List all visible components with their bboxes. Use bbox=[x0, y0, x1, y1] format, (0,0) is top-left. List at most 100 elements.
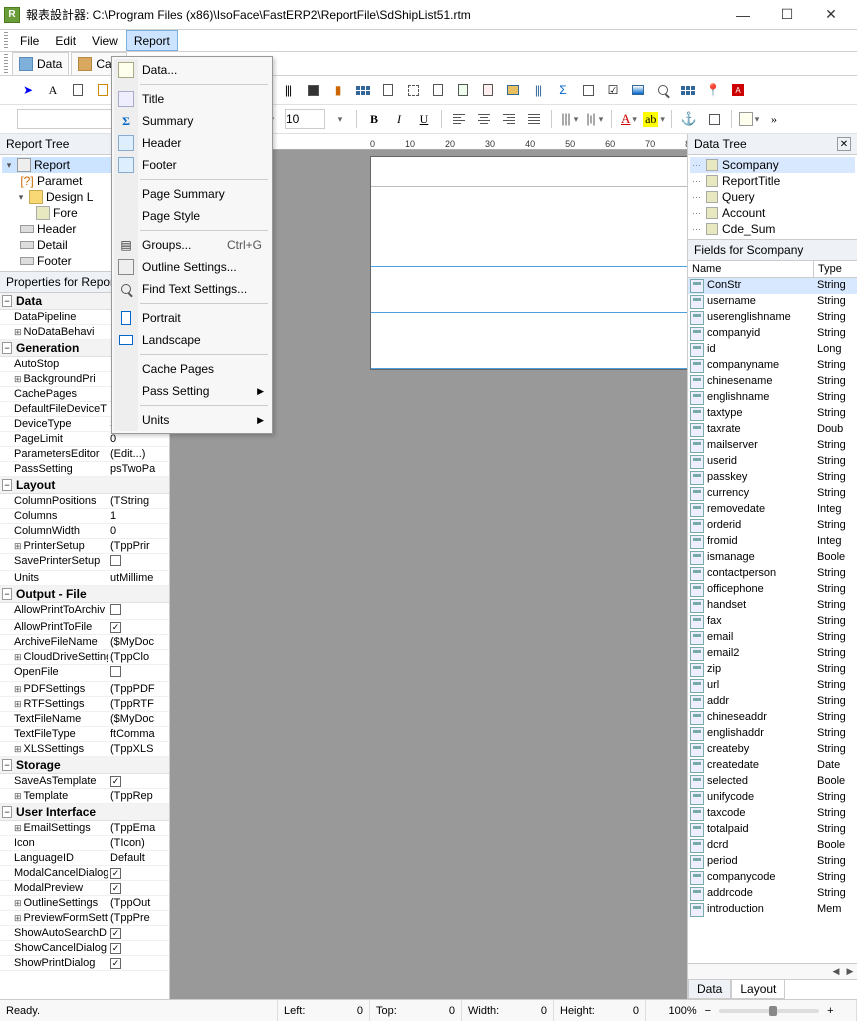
gradient-tool[interactable] bbox=[627, 79, 649, 101]
footer-band-area[interactable] bbox=[371, 313, 687, 369]
close-window-button[interactable]: ✕ bbox=[809, 1, 853, 29]
data-tree-close-button[interactable]: ✕ bbox=[837, 137, 851, 151]
zoom-thumb[interactable] bbox=[769, 1006, 777, 1016]
menu-file[interactable]: File bbox=[12, 30, 47, 51]
field-row[interactable]: mailserverString bbox=[688, 438, 857, 454]
border-button[interactable] bbox=[703, 108, 725, 130]
prop-group[interactable]: −Layout bbox=[0, 477, 169, 494]
prop-row[interactable]: OutlineSettings(TppOut bbox=[0, 896, 169, 911]
menu-edit[interactable]: Edit bbox=[47, 30, 84, 51]
scroll-left-icon[interactable]: ◀ bbox=[829, 966, 843, 977]
menu-item-summary[interactable]: ΣSummary bbox=[114, 110, 270, 132]
prop-row[interactable]: ColumnWidth0 bbox=[0, 524, 169, 539]
align-center-button[interactable] bbox=[473, 108, 495, 130]
field-row[interactable]: userenglishnameString bbox=[688, 310, 857, 326]
prop-value[interactable]: (TppEma bbox=[108, 821, 169, 835]
field-row[interactable]: usernameString bbox=[688, 294, 857, 310]
group-toggle[interactable]: − bbox=[2, 479, 12, 491]
tab-data[interactable]: Data bbox=[12, 52, 69, 75]
prop-row[interactable]: PassSettingpsTwoPa bbox=[0, 462, 169, 477]
group-toggle[interactable]: − bbox=[2, 295, 12, 307]
memo-tool[interactable] bbox=[67, 79, 89, 101]
prop-row[interactable]: TextFileName($MyDoc bbox=[0, 712, 169, 727]
prop-value[interactable]: (TppRTF bbox=[108, 697, 169, 711]
menu-item-data[interactable]: Data... bbox=[114, 59, 270, 81]
field-row[interactable]: introductionMem bbox=[688, 902, 857, 918]
minimize-button[interactable]: — bbox=[721, 1, 765, 29]
prop-value[interactable]: ✓ bbox=[108, 774, 169, 788]
group-toggle[interactable]: − bbox=[2, 588, 12, 600]
fields-hscroll[interactable]: ◀▶ bbox=[688, 963, 857, 979]
table-tool[interactable] bbox=[677, 79, 699, 101]
field-row[interactable]: currencyString bbox=[688, 486, 857, 502]
checkbox[interactable] bbox=[110, 666, 121, 677]
field-row[interactable]: companycodeString bbox=[688, 870, 857, 886]
field-row[interactable]: urlString bbox=[688, 678, 857, 694]
prop-row[interactable]: UnitsutMillime bbox=[0, 571, 169, 586]
prop-row[interactable]: OpenFile bbox=[0, 665, 169, 682]
font-size-dropdown[interactable] bbox=[328, 108, 350, 130]
font-color-button[interactable]: A bbox=[618, 108, 640, 130]
prop-value[interactable]: ($MyDoc bbox=[108, 712, 169, 726]
prop-row[interactable]: ModalCancelDialog✓ bbox=[0, 866, 169, 881]
font-size-input[interactable] bbox=[285, 109, 325, 129]
valign-top-button[interactable] bbox=[558, 108, 580, 130]
valign-middle-button[interactable] bbox=[583, 108, 605, 130]
group-toggle[interactable]: − bbox=[2, 806, 12, 818]
menu-item-landscape[interactable]: Landscape bbox=[114, 329, 270, 351]
prop-row[interactable]: AllowPrintToFile✓ bbox=[0, 620, 169, 635]
field-row[interactable]: totalpaidString bbox=[688, 822, 857, 838]
menu-item-footer[interactable]: Footer bbox=[114, 154, 270, 176]
prop-value[interactable]: ($MyDoc bbox=[108, 635, 169, 649]
checkbox-tool[interactable]: ☑ bbox=[602, 79, 624, 101]
prop-row[interactable]: SaveAsTemplate✓ bbox=[0, 774, 169, 789]
italic-button[interactable]: I bbox=[388, 108, 410, 130]
menu-item-title[interactable]: Title bbox=[114, 88, 270, 110]
prop-value[interactable]: (TppRep bbox=[108, 789, 169, 803]
search-tool[interactable] bbox=[652, 79, 674, 101]
tab-data-view[interactable]: Data bbox=[688, 980, 731, 999]
prop-row[interactable]: ArchiveFileName($MyDoc bbox=[0, 635, 169, 650]
prop-row[interactable]: PDFSettings(TppPDF bbox=[0, 682, 169, 697]
maximize-button[interactable]: ☐ bbox=[765, 1, 809, 29]
prop-value[interactable]: ✓ bbox=[108, 881, 169, 895]
checkbox[interactable]: ✓ bbox=[110, 958, 121, 969]
prop-value[interactable]: utMillime bbox=[108, 571, 169, 585]
group-toggle[interactable]: − bbox=[2, 759, 12, 771]
field-row[interactable]: faxString bbox=[688, 614, 857, 630]
dbcalc-tool[interactable]: Σ bbox=[552, 79, 574, 101]
align-justify-button[interactable] bbox=[523, 108, 545, 130]
menu-item-groups[interactable]: ▤Groups...Ctrl+G bbox=[114, 234, 270, 256]
title-band-area[interactable] bbox=[371, 157, 687, 187]
field-row[interactable]: addrcodeString bbox=[688, 886, 857, 902]
checkbox[interactable]: ✓ bbox=[110, 868, 121, 879]
menu-item-units[interactable]: Units▶ bbox=[114, 409, 270, 431]
detail-band-area[interactable] bbox=[371, 267, 687, 313]
prop-value[interactable]: 1 bbox=[108, 509, 169, 523]
prop-value[interactable]: ✓ bbox=[108, 956, 169, 970]
field-row[interactable]: contactpersonString bbox=[688, 566, 857, 582]
chart-tool[interactable]: ▮ bbox=[327, 79, 349, 101]
prop-value[interactable]: (TppPDF bbox=[108, 682, 169, 696]
field-row[interactable]: unifycodeString bbox=[688, 790, 857, 806]
field-row[interactable]: selectedBoole bbox=[688, 774, 857, 790]
prop-value[interactable]: (TppOut bbox=[108, 896, 169, 910]
field-row[interactable]: removedateInteg bbox=[688, 502, 857, 518]
field-row[interactable]: addrString bbox=[688, 694, 857, 710]
align-left-button[interactable] bbox=[448, 108, 470, 130]
crosstab-tool[interactable] bbox=[352, 79, 374, 101]
prop-value[interactable]: ftComma bbox=[108, 727, 169, 741]
field-row[interactable]: zipString bbox=[688, 662, 857, 678]
field-row[interactable]: passkeyString bbox=[688, 470, 857, 486]
col-name-header[interactable]: Name bbox=[688, 261, 814, 277]
dbtext-tool[interactable] bbox=[452, 79, 474, 101]
prop-row[interactable]: Icon(TIcon) bbox=[0, 836, 169, 851]
zoom-slider[interactable] bbox=[719, 1009, 819, 1013]
prop-row[interactable]: AllowPrintToArchiv bbox=[0, 603, 169, 620]
col-type-header[interactable]: Type bbox=[814, 261, 857, 277]
menu-item-page-summary[interactable]: Page Summary bbox=[114, 183, 270, 205]
field-row[interactable]: createbyString bbox=[688, 742, 857, 758]
prop-value[interactable] bbox=[108, 665, 169, 681]
data-pipeline-item[interactable]: ⋯Scompany bbox=[690, 157, 855, 173]
prop-row[interactable]: PageLimit0 bbox=[0, 432, 169, 447]
